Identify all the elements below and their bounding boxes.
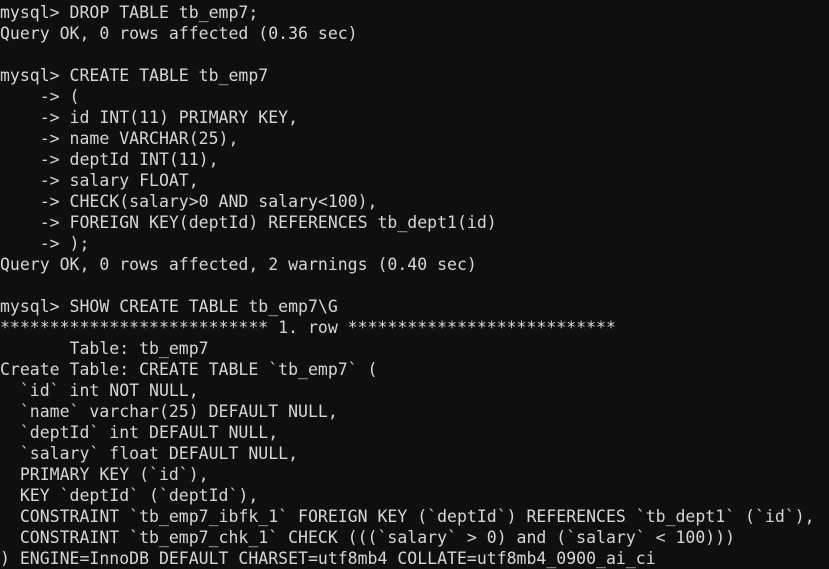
terminal-line: mysql> SHOW CREATE TABLE tb_emp7\G <box>0 297 338 316</box>
terminal-line: -> deptId INT(11), <box>0 150 219 169</box>
terminal-line: *************************** 1. row *****… <box>0 318 616 337</box>
terminal-line: Query OK, 0 rows affected (0.36 sec) <box>0 24 358 43</box>
terminal-line: `deptId` int DEFAULT NULL, <box>0 423 279 442</box>
terminal-line: CONSTRAINT `tb_emp7_chk_1` CHECK (((`sal… <box>0 528 736 547</box>
terminal-output-area[interactable]: mysql> DROP TABLE tb_emp7; Query OK, 0 ro… <box>0 0 829 569</box>
terminal-line: CONSTRAINT `tb_emp7_ibfk_1` FOREIGN KEY … <box>0 507 815 526</box>
terminal-line: -> ( <box>0 87 80 106</box>
terminal-line: mysql> DROP TABLE tb_emp7; <box>0 3 259 22</box>
terminal-line: -> FOREIGN KEY(deptId) REFERENCES tb_dep… <box>0 213 497 232</box>
terminal-line: ) ENGINE=InnoDB DEFAULT CHARSET=utf8mb4 … <box>0 549 656 568</box>
terminal-line: `id` int NOT NULL, <box>0 381 199 400</box>
terminal-line: mysql> CREATE TABLE tb_emp7 <box>0 66 269 85</box>
terminal-line: Table: tb_emp7 <box>0 339 209 358</box>
terminal-line: Create Table: CREATE TABLE `tb_emp7` ( <box>0 360 378 379</box>
terminal-line: `name` varchar(25) DEFAULT NULL, <box>0 402 338 421</box>
terminal-line: PRIMARY KEY (`id`), <box>0 465 209 484</box>
terminal-line: `salary` float DEFAULT NULL, <box>0 444 299 463</box>
terminal-line: -> id INT(11) PRIMARY KEY, <box>0 108 299 127</box>
terminal-line: -> CHECK(salary>0 AND salary<100), <box>0 192 378 211</box>
terminal-line: -> ); <box>0 234 90 253</box>
terminal-line: -> salary FLOAT, <box>0 171 199 190</box>
terminal-line: KEY `deptId` (`deptId`), <box>0 486 259 505</box>
terminal-line: Query OK, 0 rows affected, 2 warnings (0… <box>0 255 477 274</box>
terminal-line: -> name VARCHAR(25), <box>0 129 239 148</box>
